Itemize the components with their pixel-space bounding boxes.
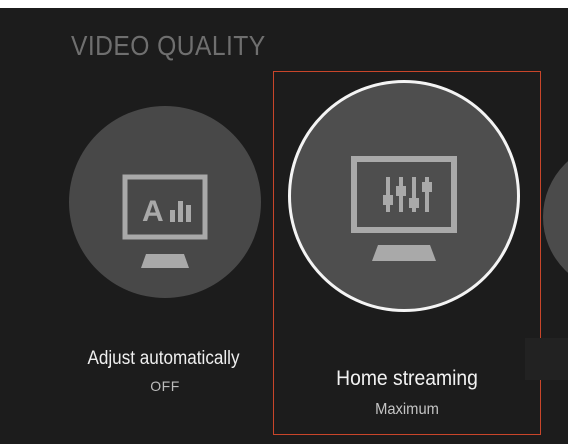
option-value: Maximum: [375, 401, 439, 418]
option-home-streaming[interactable]: Home streaming Maximum: [273, 71, 541, 435]
monitor-equalizer-icon: [351, 156, 457, 261]
option-circle: [543, 142, 568, 292]
auto-letter: A: [142, 195, 164, 228]
option-value: OFF: [150, 378, 180, 394]
video-quality-screen: VIDEO QUALITY A Adjust automatically OFF: [0, 8, 568, 444]
background-panel: [525, 338, 568, 380]
option-label: Adjust automatically: [87, 348, 240, 369]
option-circle: A: [69, 106, 261, 298]
option-label: Home streaming: [336, 367, 478, 390]
option-circle-selected: [288, 80, 520, 312]
option-adjust-automatically[interactable]: A Adjust automatically OFF: [0, 8, 290, 444]
monitor-auto-quality-icon: A: [122, 174, 208, 268]
